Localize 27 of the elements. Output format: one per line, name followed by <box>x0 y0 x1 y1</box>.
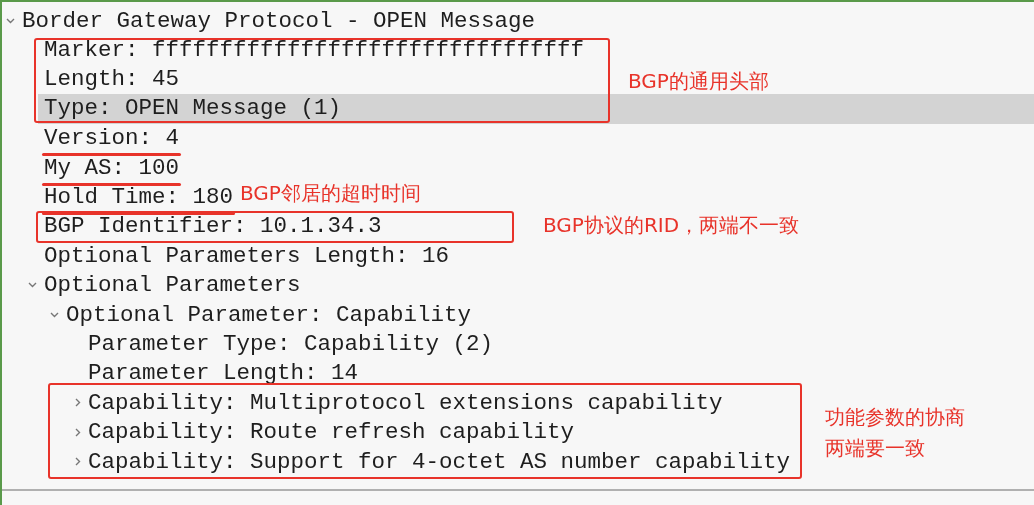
tree-item[interactable]: Optional Parameters <box>42 273 301 298</box>
annotation-label: 功能参数的协商 <box>825 404 965 430</box>
annotation-label: BGP邻居的超时时间 <box>240 180 421 206</box>
tree-item[interactable]: Optional Parameters Length: 16 <box>42 243 450 268</box>
chevron-right-icon[interactable] <box>75 427 81 437</box>
chevron-right-icon[interactable] <box>75 457 81 467</box>
chevron-right-icon[interactable] <box>75 398 81 408</box>
tree-item[interactable]: My AS: 100 <box>42 155 180 180</box>
tree-item[interactable]: Optional Parameter: Capability <box>64 302 472 327</box>
tree-item[interactable]: Parameter Type: Capability (2) <box>86 332 494 356</box>
tree-item[interactable]: Hold Time: 180 <box>42 185 234 210</box>
tree-item[interactable]: Capability: Multiprotocol extensions capability <box>86 390 723 415</box>
chevron-down-icon[interactable] <box>6 17 15 24</box>
tree-item[interactable]: Length: 45 <box>42 67 180 92</box>
tree-item[interactable]: Border Gateway Protocol - OPEN Message <box>20 8 536 33</box>
annotation-label: BGP协议的RID，两端不一致 <box>543 212 800 238</box>
tree-item[interactable]: Version: 4 <box>42 126 180 151</box>
tree-item[interactable]: Parameter Length: 14 <box>86 361 359 386</box>
annotation-label: BGP的通用头部 <box>628 68 769 94</box>
tree-item[interactable]: Capability: Support for 4-octet AS number capability <box>86 449 791 474</box>
annotation-label: 两端要一致 <box>825 435 925 461</box>
tree-item[interactable]: Type: OPEN Message (1) <box>38 94 1034 124</box>
tree-item[interactable]: Capability: Route refresh capability <box>86 420 575 445</box>
chevron-down-icon[interactable] <box>50 311 59 318</box>
tree-item[interactable]: BGP Identifier: 10.1.34.3 <box>42 214 382 239</box>
chevron-down-icon[interactable] <box>28 282 37 289</box>
tree-item[interactable]: Marker: ffffffffffffffffffffffffffffffff <box>42 38 585 63</box>
